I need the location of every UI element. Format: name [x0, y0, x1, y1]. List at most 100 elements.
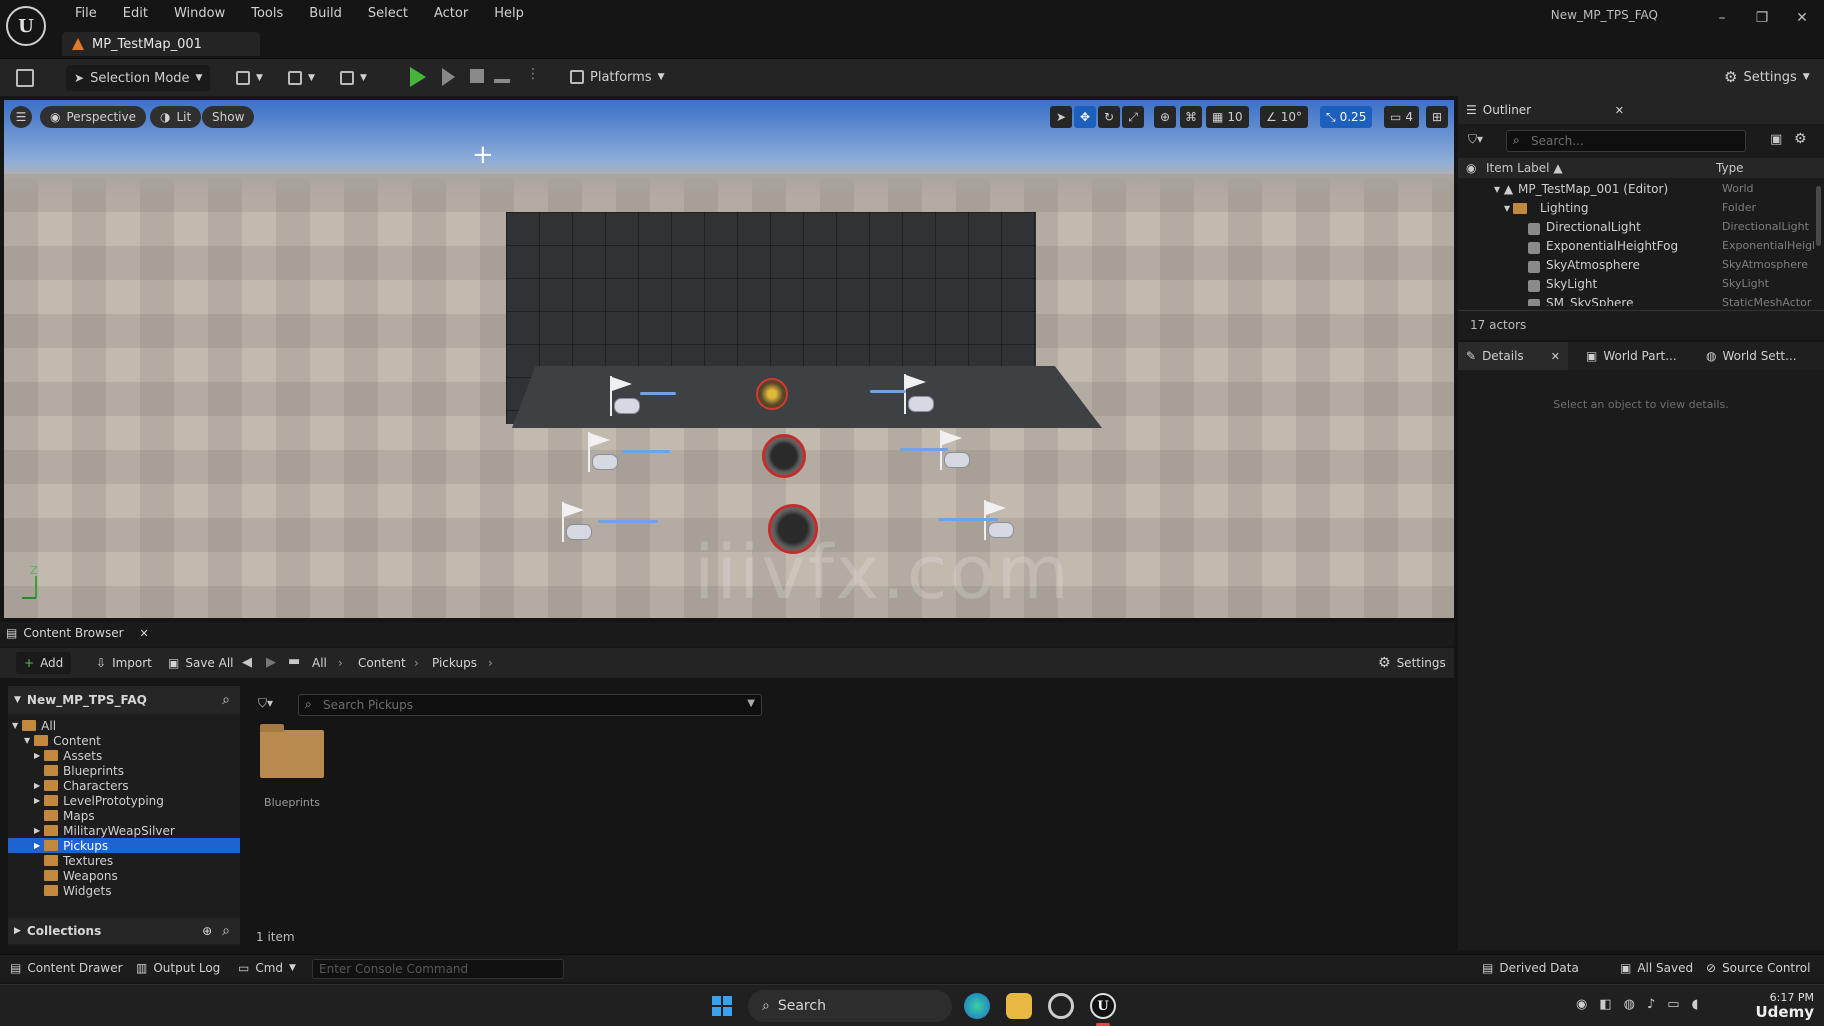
visibility-icon[interactable]: ◉ — [1466, 161, 1476, 175]
edge-icon[interactable] — [964, 993, 990, 1019]
step-icon[interactable] — [442, 68, 455, 86]
rotation-snap-button[interactable]: ∠ 10° — [1260, 106, 1309, 128]
monitor-icon[interactable]: ▭ — [1667, 997, 1679, 1012]
show-button[interactable]: Show — [202, 106, 255, 128]
back-icon[interactable]: ◀ — [242, 655, 252, 670]
unreal-logo-icon[interactable]: U — [6, 6, 46, 46]
menu-help[interactable]: Help — [481, 6, 537, 21]
menu-select[interactable]: Select — [355, 6, 421, 21]
close-tab-icon[interactable]: ✕ — [140, 627, 149, 640]
outliner-row[interactable]: SkyLight SkyLight — [1458, 277, 1814, 296]
platforms-button[interactable]: Platforms ▼ — [562, 64, 673, 90]
tree-item-blueprints[interactable]: Blueprints — [8, 763, 240, 778]
forward-icon[interactable]: ▶ — [266, 655, 276, 670]
outliner-row[interactable]: SM_SkySphere StaticMeshActor — [1458, 296, 1814, 306]
folder-icon[interactable] — [260, 724, 324, 778]
grid-snap-button[interactable]: ▦ 10 — [1206, 106, 1249, 128]
file-explorer-icon[interactable] — [1006, 993, 1032, 1019]
pickup-spawner[interactable] — [762, 434, 806, 478]
project-header[interactable]: ▼ New_MP_TPS_FAQ ⌕ — [8, 686, 240, 714]
cinematics-button[interactable]: ▼ — [332, 65, 375, 91]
all-saved-button[interactable]: ▣ All Saved — [1620, 961, 1693, 975]
world-settings-tab[interactable]: ◍ World Sett... — [1698, 342, 1805, 370]
save-all-button[interactable]: ▣ Save All — [160, 652, 242, 674]
outliner-row[interactable]: ExponentialHeightFog ExponentialHeightFo… — [1458, 239, 1814, 258]
outliner-row[interactable]: SkyAtmosphere SkyAtmosphere — [1458, 258, 1814, 277]
tray-app-icon[interactable]: ◉ — [1576, 997, 1587, 1012]
outliner-row[interactable]: ▾ Lighting Folder — [1458, 201, 1814, 220]
chevron-down-icon[interactable]: ▼ — [747, 698, 755, 709]
console-input[interactable]: Enter Console Command — [312, 959, 564, 979]
player-start-flag[interactable] — [610, 376, 640, 420]
details-tab[interactable]: ✎ Details ✕ — [1458, 342, 1568, 370]
viewport-menu-icon[interactable]: ☰ — [10, 106, 32, 128]
stop-icon[interactable] — [470, 69, 484, 83]
player-start-flag[interactable] — [904, 374, 934, 418]
close-icon[interactable]: ✕ — [1792, 10, 1812, 26]
tree-item-levelprototyping[interactable]: ▶ LevelPrototyping — [8, 793, 240, 808]
asset-search-input[interactable]: ⌕ Search Pickups ▼ — [298, 694, 762, 716]
add-actor-button[interactable]: ▼ — [228, 65, 271, 91]
breadcrumb-pickups[interactable]: Pickups — [432, 656, 477, 670]
rotate-tool-icon[interactable]: ↻ — [1098, 106, 1120, 128]
close-tab-icon[interactable]: ✕ — [1551, 350, 1560, 363]
level-tab[interactable]: MP_TestMap_001 — [62, 32, 260, 56]
volume-icon[interactable]: ◖ — [1692, 997, 1699, 1012]
tree-item-militaryweapsilver[interactable]: ▶ MilitaryWeapSilver — [8, 823, 240, 838]
column-type[interactable]: Type — [1716, 161, 1744, 175]
level-viewport[interactable]: + iiivfx.com Z ☰ ◉ Perspective ◑ Lit Sho… — [4, 100, 1454, 618]
search-icon[interactable]: ⌕ — [222, 923, 230, 939]
close-tab-icon[interactable]: ✕ — [1615, 104, 1624, 117]
pickup-spawner[interactable] — [756, 378, 788, 410]
world-space-icon[interactable]: ⊕ — [1154, 106, 1176, 128]
camera-speed-button[interactable]: ▭ 4 — [1384, 106, 1419, 128]
breadcrumb-content[interactable]: Content — [358, 656, 406, 670]
settings-button[interactable]: ⚙ Settings ▼ — [1716, 64, 1818, 90]
lit-button[interactable]: ◑ Lit — [150, 106, 202, 128]
output-log-button[interactable]: ▥ Output Log — [136, 961, 220, 975]
filter-icon[interactable]: ⛉▾ — [258, 696, 273, 711]
outliner-search-input[interactable]: ⌕ Search... — [1506, 130, 1746, 152]
minimize-icon[interactable]: – — [1712, 10, 1732, 26]
tree-item-maps[interactable]: Maps — [8, 808, 240, 823]
source-control-button[interactable]: ⊘ Source Control — [1706, 961, 1810, 975]
column-item-label[interactable]: Item Label ▲ — [1486, 161, 1563, 175]
search-icon[interactable]: ⌕ — [222, 692, 230, 708]
cmd-button[interactable]: ▭ Cmd ▼ — [238, 961, 296, 975]
tree-item-content[interactable]: ▼ Content — [8, 733, 240, 748]
menu-actor[interactable]: Actor — [421, 6, 481, 21]
tree-item-widgets[interactable]: Widgets — [8, 883, 240, 898]
add-collection-icon[interactable]: ⊕ — [202, 924, 212, 938]
tree-item-pickups[interactable]: ▶ Pickups — [8, 838, 240, 853]
perspective-button[interactable]: ◉ Perspective — [40, 106, 146, 128]
tree-item-textures[interactable]: Textures — [8, 853, 240, 868]
player-start-flag[interactable] — [940, 430, 970, 474]
restore-icon[interactable]: ❐ — [1752, 10, 1772, 26]
breadcrumb-all[interactable]: All — [312, 656, 327, 670]
windows-start-icon[interactable] — [712, 996, 732, 1016]
unreal-editor-icon[interactable]: U — [1090, 993, 1116, 1019]
filter-icon[interactable]: ⛉▾ — [1468, 132, 1483, 147]
menu-edit[interactable]: Edit — [110, 6, 161, 21]
menu-build[interactable]: Build — [296, 6, 355, 21]
world-partition-tab[interactable]: ▣ World Part... — [1578, 342, 1685, 370]
derived-data-button[interactable]: ▤ Derived Data — [1482, 961, 1579, 975]
select-tool-icon[interactable]: ➤ — [1050, 106, 1072, 128]
content-settings-button[interactable]: ⚙ Settings — [1370, 652, 1454, 674]
scale-tool-icon[interactable]: ⤢ — [1122, 106, 1144, 128]
blueprints-button[interactable]: ▼ — [280, 65, 323, 91]
menu-file[interactable]: File — [62, 6, 110, 21]
surface-snap-icon[interactable]: ⌘ — [1180, 106, 1202, 128]
tree-item-weapons[interactable]: Weapons — [8, 868, 240, 883]
app-icon[interactable] — [1048, 993, 1074, 1019]
outliner-scrollbar[interactable] — [1816, 186, 1821, 246]
collections-header[interactable]: ▶ Collections ⊕ ⌕ — [8, 918, 240, 944]
tray-network-icon[interactable]: ◍ — [1624, 997, 1635, 1012]
player-start-flag[interactable] — [588, 432, 618, 476]
outliner-row[interactable]: ▾ ▲ MP_TestMap_001 (Editor) World — [1458, 182, 1814, 201]
eject-icon[interactable] — [494, 67, 510, 83]
maximize-viewport-icon[interactable]: ⊞ — [1426, 106, 1448, 128]
tree-item-all[interactable]: ▼ All — [8, 718, 240, 733]
gear-icon[interactable]: ⚙ — [1794, 131, 1807, 147]
taskbar-clock[interactable]: 6:17 PM Udemy — [1756, 991, 1815, 1020]
